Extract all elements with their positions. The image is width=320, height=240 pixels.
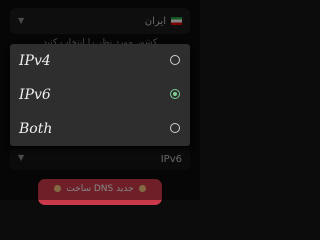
radio-checked-icon[interactable] [170, 89, 180, 99]
option-label: IPv4 [19, 53, 51, 69]
option-both[interactable]: Both [10, 112, 190, 146]
option-ipv6[interactable]: IPv6 [10, 78, 190, 112]
option-ipv4[interactable]: IPv4 [10, 44, 190, 78]
ip-version-dialog: IPv4 IPv6 Both [10, 44, 190, 146]
radio-unchecked-icon[interactable] [170, 123, 180, 133]
option-label: IPv6 [19, 87, 51, 103]
option-label: Both [19, 121, 53, 137]
radio-unchecked-icon[interactable] [170, 55, 180, 65]
